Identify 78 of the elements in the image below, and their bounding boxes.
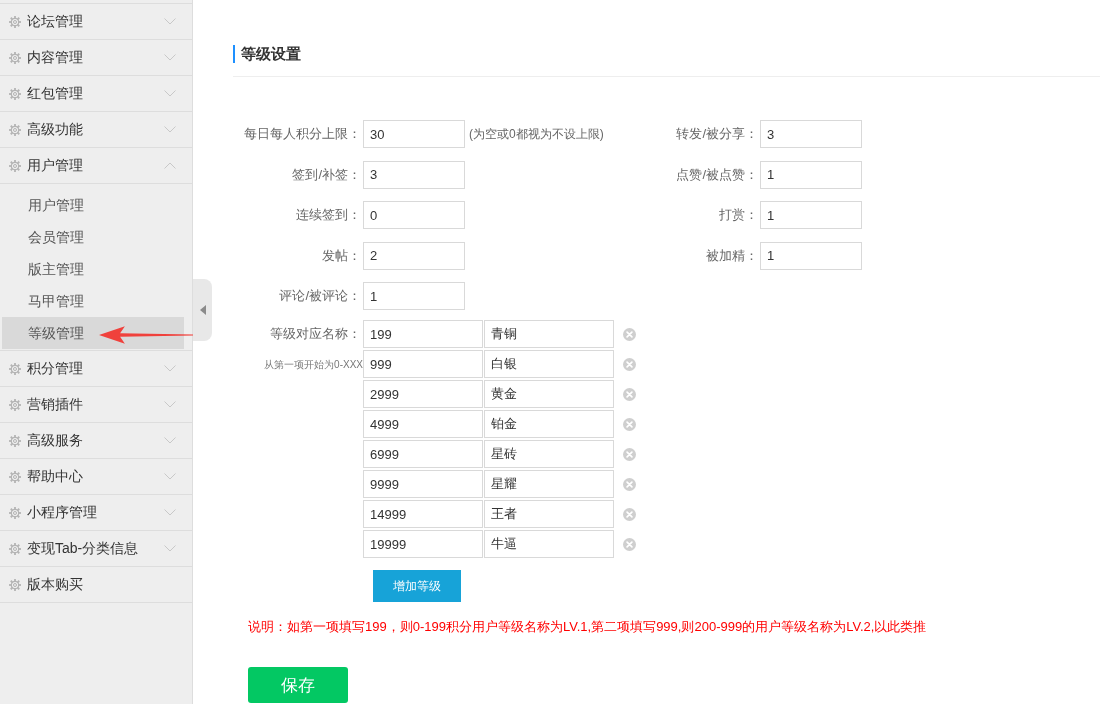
nav-item[interactable]: 积分管理 [0, 351, 192, 387]
explanation-text: 说明：如第一项填写199，则0-199积分用户等级名称为LV.1,第二项填写999,则200-999的用户等级名称为LV.2,以此类推 [248, 619, 928, 635]
close-icon[interactable] [623, 387, 636, 401]
field-label: 等级对应名称： [269, 325, 361, 343]
nav-subitem[interactable]: 等级管理 [2, 317, 184, 349]
close-icon[interactable] [623, 417, 636, 431]
note-text: 从第一项开始为0-XXX [264, 359, 363, 371]
gear-icon [9, 542, 21, 555]
nav-subitem[interactable]: 马甲管理 [2, 285, 184, 317]
input-field[interactable]: 1 [363, 282, 465, 310]
input-field[interactable]: 1 [760, 201, 862, 229]
close-icon[interactable] [623, 507, 636, 521]
nav-item[interactable]: 变现Tab-分类信息 [0, 531, 192, 567]
nav-item[interactable]: 红包管理 [0, 76, 192, 112]
name-field[interactable]: 青铜 [484, 320, 614, 348]
nav-item[interactable]: 小程序管理 [0, 495, 192, 531]
field-label: 点赞/被点赞： [675, 165, 758, 184]
points-field[interactable]: 4999 [363, 410, 483, 438]
points-field[interactable]: 19999 [363, 530, 483, 558]
close-icon[interactable] [623, 327, 636, 341]
field-label: 被加精： [705, 246, 758, 265]
field-label: 发帖： [321, 246, 361, 265]
nav-item[interactable]: 用户管理 [0, 148, 192, 184]
points-field[interactable]: 2999 [363, 380, 483, 408]
points-field[interactable]: 6999 [363, 440, 483, 468]
points-field[interactable]: 14999 [363, 500, 483, 528]
input-field[interactable]: 1 [760, 160, 862, 189]
gear-icon [9, 87, 21, 100]
close-icon[interactable] [623, 447, 636, 461]
gear-icon [9, 15, 21, 28]
input-field[interactable]: 3 [363, 160, 465, 189]
name-field[interactable]: 白银 [484, 350, 614, 378]
input-field[interactable]: 30 [363, 120, 465, 148]
gear-icon [9, 578, 21, 591]
field-label: 签到/补签： [291, 165, 361, 184]
close-icon[interactable] [623, 357, 636, 371]
field-label: 评论/被评论： [278, 287, 361, 305]
nav-item[interactable]: 营销插件 [0, 387, 192, 423]
gear-icon [9, 434, 21, 447]
gear-icon [9, 506, 21, 519]
gear-icon [9, 51, 21, 64]
field-label: 连续签到： [295, 206, 361, 224]
input-field[interactable]: 0 [363, 201, 465, 229]
input-field[interactable]: 2 [363, 241, 465, 270]
name-field[interactable]: 铂金 [484, 410, 614, 438]
page-title: 等级设置 [233, 45, 301, 63]
nav-item[interactable]: 论坛管理 [0, 4, 192, 40]
points-field[interactable]: 999 [363, 350, 483, 378]
nav-subitem[interactable]: 版主管理 [2, 253, 184, 285]
nav-item[interactable]: 版本购买 [0, 567, 192, 603]
gear-icon [9, 159, 21, 172]
gear-icon [9, 398, 21, 411]
field-label: 转发/被分享： [675, 125, 758, 143]
input-field[interactable]: 3 [760, 120, 862, 148]
caret-icon [199, 305, 206, 315]
gear-icon [9, 362, 21, 375]
name-field[interactable]: 星砖 [484, 440, 614, 468]
input-field[interactable]: 1 [760, 241, 862, 270]
name-field[interactable]: 王者 [484, 500, 614, 528]
close-icon[interactable] [623, 537, 636, 551]
nav-item[interactable]: 高级服务 [0, 423, 192, 459]
points-field[interactable]: 199 [363, 320, 483, 348]
nav-item[interactable]: 高级功能 [0, 112, 192, 148]
name-field[interactable]: 星耀 [484, 470, 614, 498]
nav-subitem[interactable]: 用户管理 [2, 189, 184, 221]
points-field[interactable]: 9999 [363, 470, 483, 498]
name-field[interactable]: 牛逼 [484, 530, 614, 558]
gear-icon [9, 123, 21, 136]
collapse-handle[interactable] [193, 279, 212, 341]
nav-item[interactable]: 帮助中心 [0, 459, 192, 495]
gear-icon [9, 470, 21, 483]
close-icon[interactable] [623, 477, 636, 491]
hint-text: (为空或0都视为不设上限) [469, 125, 604, 143]
nav-subitem[interactable]: 会员管理 [2, 221, 184, 253]
field-label: 打赏： [718, 206, 758, 224]
nav-item[interactable]: 内容管理 [0, 40, 192, 76]
name-field[interactable]: 黄金 [484, 380, 614, 408]
field-label: 每日每人积分上限： [243, 125, 361, 143]
